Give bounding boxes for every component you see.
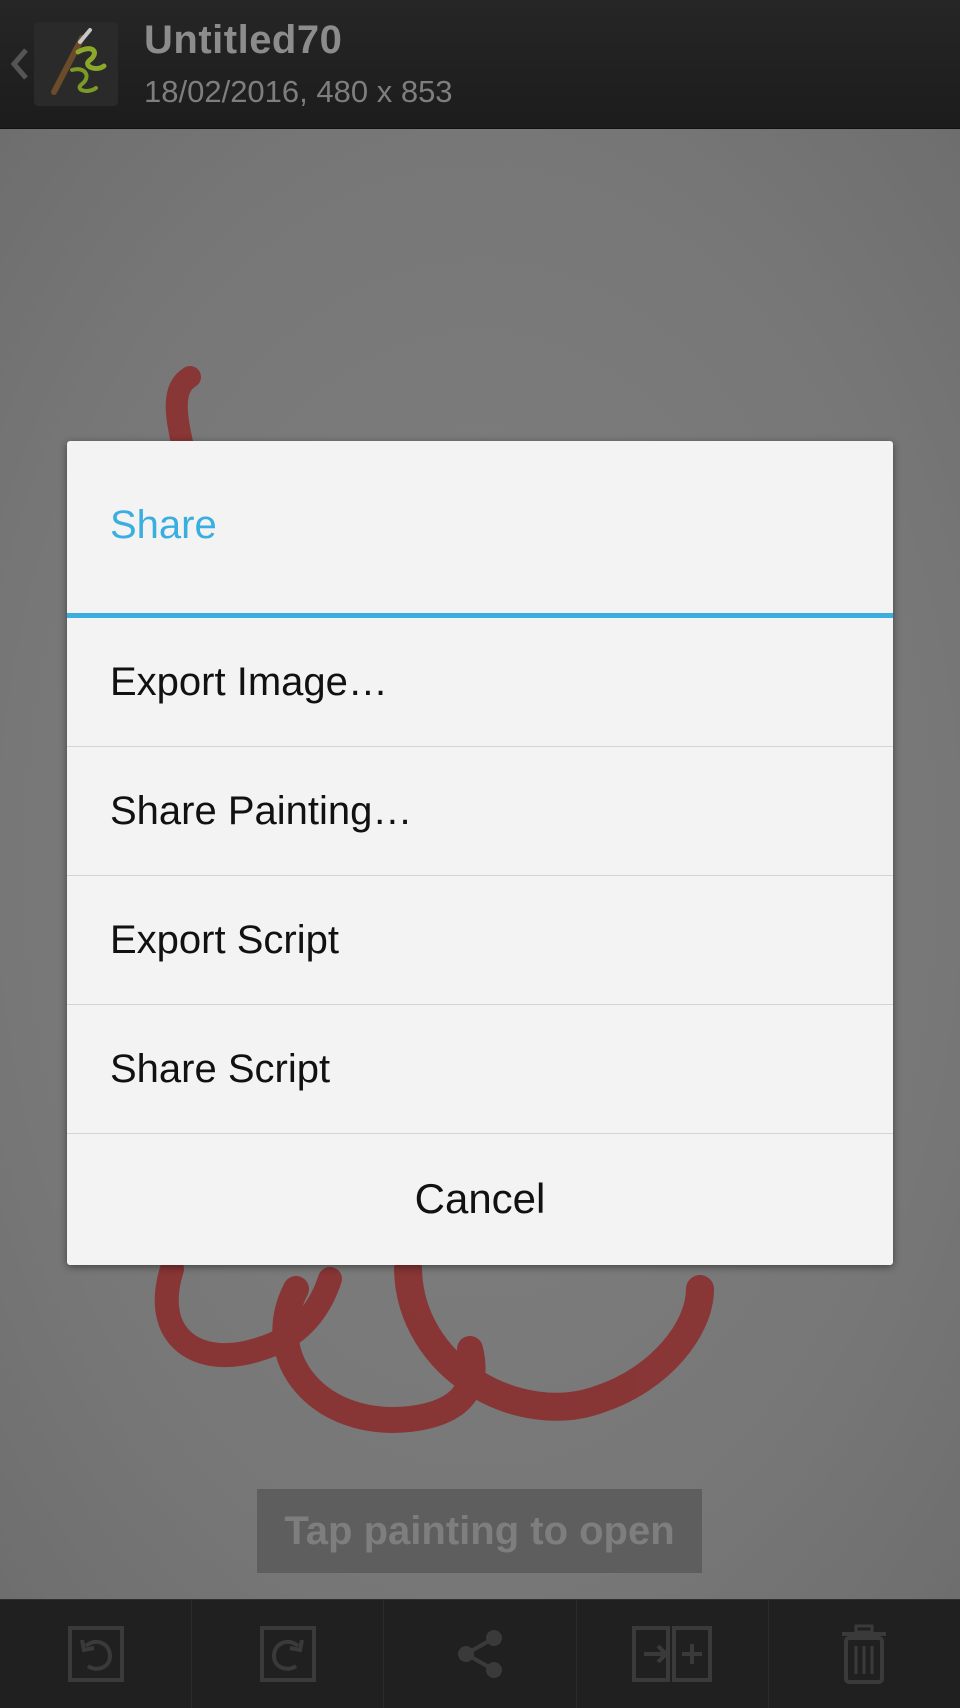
import-button[interactable] xyxy=(577,1600,769,1708)
share-icon xyxy=(458,1630,502,1678)
import-icon xyxy=(632,1626,713,1682)
export-script-option[interactable]: Export Script xyxy=(67,876,893,1005)
painting-subtitle: 18/02/2016, 480 x 853 xyxy=(144,74,453,109)
cancel-button[interactable]: Cancel xyxy=(67,1134,893,1263)
tap-to-open-hint[interactable]: Tap painting to open xyxy=(257,1489,702,1573)
app-logo-icon[interactable] xyxy=(34,22,118,106)
action-bar: Untitled70 18/02/2016, 480 x 853 xyxy=(0,0,960,129)
painting-title: Untitled70 xyxy=(144,18,343,62)
dialog-title: Share xyxy=(110,503,217,547)
share-script-option[interactable]: Share Script xyxy=(67,1005,893,1134)
undo-icon xyxy=(67,1626,124,1682)
share-dialog: Share Export Image… Share Painting… Expo… xyxy=(67,441,893,1265)
trash-icon xyxy=(842,1624,887,1684)
undo-button[interactable] xyxy=(0,1600,193,1708)
export-image-option[interactable]: Export Image… xyxy=(67,618,893,747)
delete-button[interactable] xyxy=(769,1600,960,1708)
share-button[interactable] xyxy=(384,1600,577,1708)
share-painting-option[interactable]: Share Painting… xyxy=(67,747,893,876)
redo-button[interactable] xyxy=(192,1600,385,1708)
back-chevron-icon[interactable] xyxy=(8,44,32,84)
redo-icon xyxy=(259,1626,316,1682)
dialog-header: Share xyxy=(67,441,893,618)
bottom-toolbar xyxy=(0,1599,960,1708)
